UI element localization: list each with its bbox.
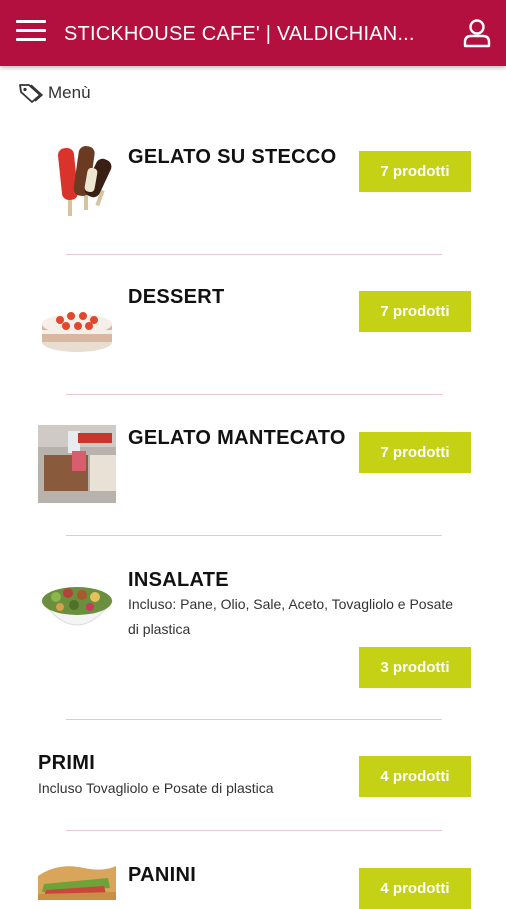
category-name: DESSERT <box>128 286 225 308</box>
products-count-button[interactable]: 7 prodotti <box>359 432 471 473</box>
insalate-image <box>38 567 116 645</box>
products-count-button[interactable]: 3 prodotti <box>359 647 471 688</box>
hamburger-menu-icon[interactable] <box>16 20 46 46</box>
separator <box>66 394 442 395</box>
category-name: GELATO MANTECATO <box>128 427 346 449</box>
gelato-su-stecco-image <box>38 142 116 220</box>
separator <box>66 254 442 255</box>
category-name: GELATO SU STECCO <box>128 146 337 168</box>
breadcrumb: Menù <box>18 82 91 104</box>
separator <box>66 535 442 536</box>
products-count-button[interactable]: 4 prodotti <box>359 756 471 797</box>
products-count-button[interactable]: 7 prodotti <box>359 151 471 192</box>
category-name: PANINI <box>128 864 197 886</box>
category-description: Incluso Tovagliolo e Posate di plastica <box>38 780 274 796</box>
app-bar: STICKHOUSE CAFE' | VALDICHIAN... <box>0 0 506 66</box>
products-count-button[interactable]: 4 prodotti <box>359 868 471 909</box>
separator <box>66 830 442 831</box>
user-icon[interactable] <box>462 18 492 48</box>
panini-image <box>38 862 116 900</box>
category-name: INSALATE <box>128 569 229 591</box>
category-name: PRIMI <box>38 752 96 774</box>
products-count-button[interactable]: 7 prodotti <box>359 291 471 332</box>
gelato-mantecato-image <box>38 425 116 503</box>
app-title: STICKHOUSE CAFE' | VALDICHIAN... <box>64 23 415 45</box>
tag-icon <box>19 84 44 103</box>
category-description: Incluso: Pane, Olio, Sale, Aceto, Tovagl… <box>128 596 454 637</box>
breadcrumb-label: Menù <box>48 83 91 102</box>
dessert-image <box>38 286 116 364</box>
separator <box>66 719 442 720</box>
